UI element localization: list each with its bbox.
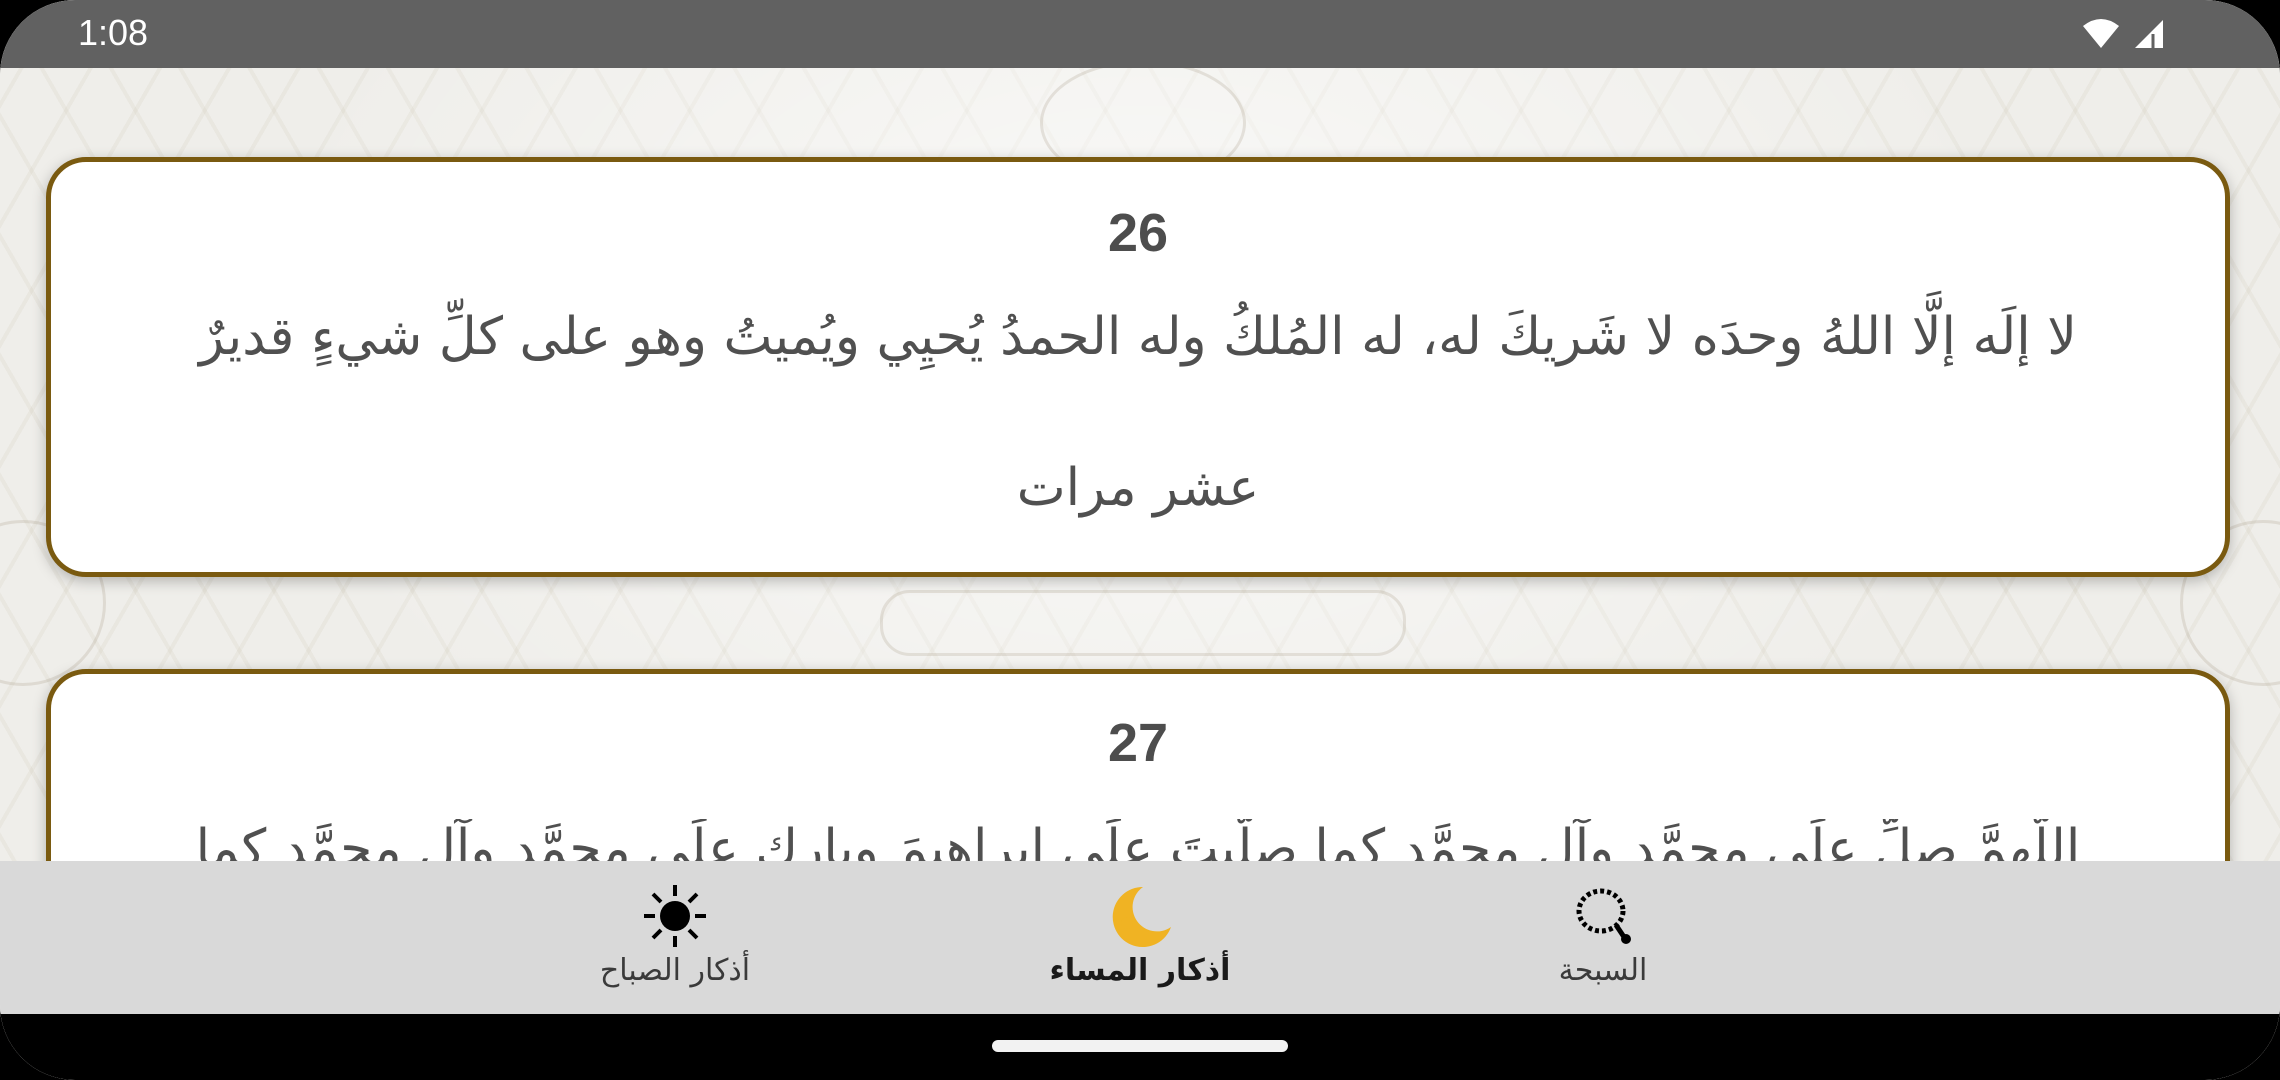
nav-rosary[interactable]: السبحة	[1453, 861, 1753, 1014]
crescent-moon-icon	[1105, 881, 1175, 951]
nav-evening-adhkar[interactable]: أذكار المساء	[990, 861, 1290, 1014]
nav-morning-adhkar[interactable]: أذكار الصباح	[525, 861, 825, 1014]
home-gesture-handle[interactable]	[992, 1040, 1288, 1052]
nav-label: السبحة	[1558, 953, 1648, 988]
gesture-navigation-area	[0, 1014, 2280, 1080]
dhikr-number: 26	[1107, 203, 1169, 263]
dhikr-card[interactable]: 26 لا إلَه إلَّا اللهُ وحدَه لا شَريكَ ل…	[46, 157, 2230, 577]
nav-label: أذكار الصباح	[599, 953, 751, 988]
dhikr-text: لا إلَه إلَّا اللهُ وحدَه لا شَريكَ له، …	[199, 307, 2077, 367]
dhikr-repetition-note: عشر مرات	[1016, 458, 1260, 518]
cellular-signal-icon	[2131, 18, 2165, 54]
app-screen: 1:08 26 لا إلَه إلَّا اللهُ وحدَه لا شَر…	[0, 0, 2280, 1080]
dhikr-number: 27	[1107, 713, 1169, 773]
wifi-icon	[2081, 18, 2121, 54]
status-time: 1:08	[78, 12, 149, 53]
prayer-beads-icon	[1568, 881, 1638, 951]
sun-icon	[640, 881, 710, 951]
bottom-navigation: أذكار الصباح أذكار المساء السبحة	[0, 861, 2280, 1014]
nav-label: أذكار المساء	[1049, 953, 1231, 988]
status-bar: 1:08	[0, 0, 2280, 68]
